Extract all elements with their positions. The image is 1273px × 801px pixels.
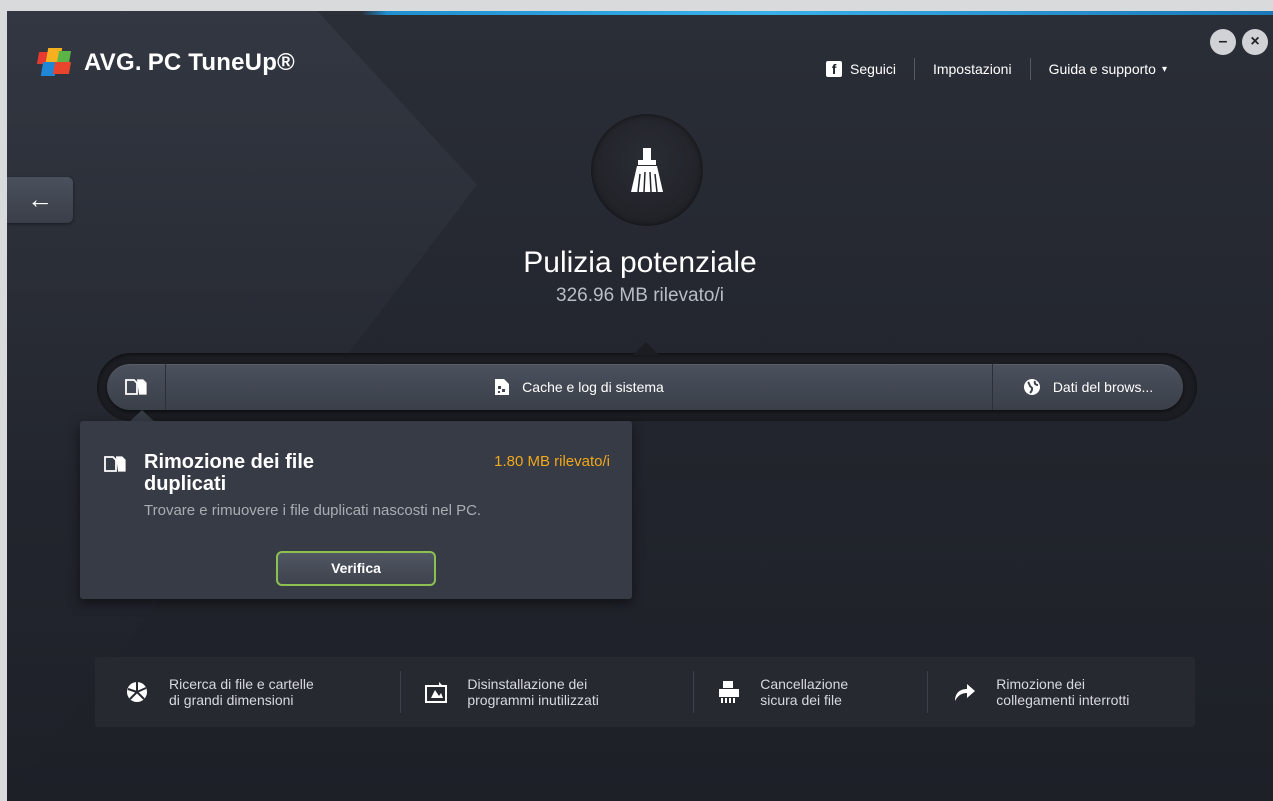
tab-system-cache-label: Cache e log di sistema: [522, 379, 664, 395]
tab-system-cache[interactable]: Cache e log di sistema: [166, 364, 993, 410]
back-arrow-icon: ←: [27, 184, 53, 214]
panel-title: Rimozione dei file duplicati: [144, 451, 315, 495]
top-nav: f Seguici Impostazioni Guida e supporto …: [808, 58, 1185, 80]
page-title: Pulizia potenziale: [523, 246, 757, 279]
globe-icon: [1023, 379, 1040, 395]
caret-down-icon: ▾: [1161, 63, 1167, 75]
tab-browser-data[interactable]: Dati del brows...: [993, 364, 1183, 410]
tool-uninstall[interactable]: Disinstallazione dei programmi inutilizz…: [401, 657, 693, 727]
duplicate-files-panel: Rimozione dei file duplicati 1.80 MB ril…: [80, 421, 632, 599]
app-title: AVG. PC TuneUp®: [84, 49, 295, 77]
panel-detected-size: 1.80 MB rilevato/i: [494, 453, 610, 470]
settings-link[interactable]: Impostazioni: [915, 61, 1030, 77]
follow-link[interactable]: f Seguici: [808, 61, 914, 77]
tab-browser-data-label: Dati del brows...: [1052, 379, 1154, 395]
broken-link-icon: [955, 684, 976, 701]
help-menu[interactable]: Guida e supporto ▾: [1031, 61, 1185, 77]
tool-label-line2: collegamenti interrotti: [996, 692, 1130, 708]
logo-product-text: PC TuneUp®: [147, 49, 295, 76]
tool-label-line1: Disinstallazione dei: [467, 676, 588, 692]
duplicate-files-icon: [104, 456, 126, 472]
tool-label-line1: Ricerca di file e cartelle: [169, 676, 314, 692]
logo-avg-text: AVG.: [84, 49, 142, 76]
track-pointer: [633, 342, 659, 355]
follow-label: Seguici: [850, 61, 896, 77]
close-button[interactable]: ×: [1242, 29, 1268, 55]
tools-bar: Ricerca di file e cartelle di grandi dim…: [95, 657, 1195, 727]
shredder-icon: [719, 681, 740, 703]
back-button[interactable]: ←: [7, 177, 73, 223]
tool-label-line1: Rimozione dei: [996, 676, 1085, 692]
app-logo: AVG. PC TuneUp®: [36, 48, 295, 78]
tool-label-line2: di grandi dimensioni: [169, 692, 294, 708]
tool-label-line2: programmi inutilizzati: [467, 692, 599, 708]
minimize-button[interactable]: –: [1210, 29, 1236, 55]
settings-label: Impostazioni: [932, 61, 1012, 77]
total-detected-size: 326.96 MB rilevato/i: [556, 285, 724, 306]
tool-large-files[interactable]: Ricerca di file e cartelle di grandi dim…: [95, 657, 400, 727]
tool-label-line2: sicura dei file: [760, 692, 842, 708]
category-tabs: Cache e log di sistema Dati del brows...: [107, 364, 1183, 410]
tool-broken-shortcuts[interactable]: Rimozione dei collegamenti interrotti: [928, 657, 1195, 727]
verify-button[interactable]: Verifica: [276, 551, 436, 586]
hero-icon-circle: [591, 114, 703, 226]
app-window: AVG. PC TuneUp® f Seguici Impostazioni Gu…: [7, 11, 1273, 801]
broom-icon: [631, 148, 663, 193]
disk-usage-icon: [127, 682, 147, 702]
help-label: Guida e supporto: [1048, 61, 1156, 77]
tab-duplicate-files[interactable]: [107, 364, 166, 410]
panel-description: Trovare e rimuovere i file duplicati nas…: [144, 502, 482, 519]
tool-label-line1: Cancellazione: [760, 676, 849, 692]
cache-logs-icon: [495, 379, 510, 395]
uninstall-icon: [425, 682, 448, 703]
facebook-icon: f: [826, 61, 843, 77]
avg-logo-icon: [36, 48, 80, 78]
tool-secure-delete[interactable]: Cancellazione sicura dei file: [694, 657, 927, 727]
duplicate-files-icon: [125, 379, 147, 395]
